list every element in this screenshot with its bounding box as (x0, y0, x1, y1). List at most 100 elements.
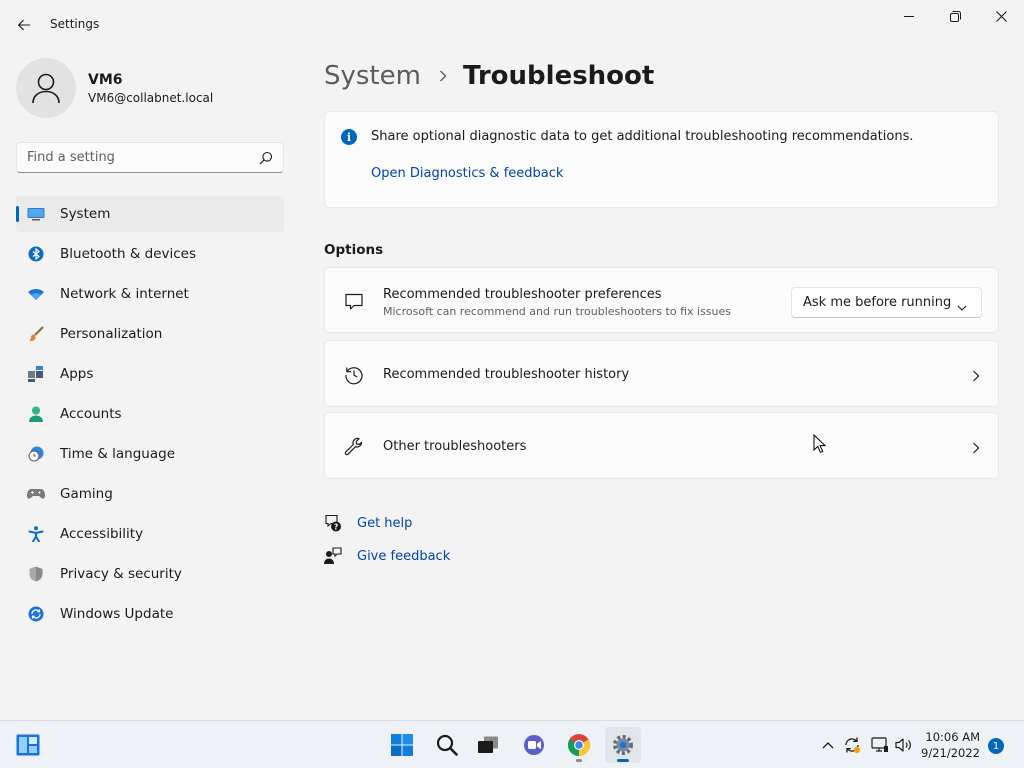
svg-text:?: ? (334, 522, 338, 531)
troubleshooter-preference-dropdown[interactable]: Ask me before running (791, 287, 982, 318)
start-icon (391, 734, 413, 756)
history-icon (343, 364, 365, 386)
search-input[interactable] (17, 143, 247, 172)
chevron-right-icon (439, 70, 447, 82)
title-bar: Settings (0, 0, 1024, 48)
sync-icon (845, 737, 861, 754)
app-title: Settings (50, 17, 100, 31)
row-subtitle: Microsoft can recommend and run troubles… (383, 305, 731, 318)
troubleshooter-preferences-row: Recommended troubleshooter preferences M… (324, 267, 999, 333)
chevron-right-icon (972, 367, 980, 386)
open-diagnostics-link[interactable]: Open Diagnostics & feedback (371, 166, 563, 181)
taskbar-search-button[interactable] (429, 727, 465, 763)
monitor-icon (27, 205, 45, 223)
sidebar-item-label: Windows Update (60, 606, 174, 622)
sidebar-item-label: Network & internet (60, 286, 189, 302)
chevron-right-icon (972, 439, 980, 458)
running-indicator (576, 759, 582, 762)
taskbar: 10:06 AM 9/21/2022 1 (0, 720, 1024, 768)
row-title: Recommended troubleshooter history (383, 367, 630, 382)
search-box (16, 142, 284, 173)
diagnostics-info-card: i Share optional diagnostic data to get … (324, 111, 999, 208)
other-troubleshooters-row[interactable]: Other troubleshooters (324, 412, 999, 479)
network-icon (871, 737, 888, 752)
chrome-icon (568, 734, 590, 756)
get-help-link[interactable]: Get help (357, 516, 412, 531)
mouse-cursor-icon (813, 433, 827, 458)
apps-icon (27, 365, 45, 383)
shield-icon (27, 565, 45, 583)
user-name: VM6 (88, 72, 123, 88)
clock-globe-icon (27, 445, 45, 463)
breadcrumb-parent[interactable]: System (324, 61, 421, 91)
wrench-icon (343, 436, 365, 458)
volume-tray-button[interactable] (894, 735, 914, 755)
sync-tray-button[interactable] (842, 735, 862, 755)
sidebar-item-bluetooth[interactable]: Bluetooth & devices (16, 236, 284, 272)
chrome-button[interactable] (561, 727, 597, 763)
chevron-up-icon (822, 742, 834, 749)
settings-icon (613, 735, 633, 755)
chat-button[interactable] (516, 727, 552, 763)
clock-date: 9/21/2022 (921, 746, 980, 760)
back-arrow-icon (17, 19, 30, 31)
clock-time: 10:06 AM (925, 730, 980, 744)
info-text: Share optional diagnostic data to get ad… (371, 129, 914, 144)
page-title: Troubleshoot (462, 61, 655, 91)
sidebar-item-label: System (60, 206, 111, 222)
sidebar-item-label: Accessibility (60, 526, 144, 542)
row-title: Other troubleshooters (383, 439, 527, 454)
chat-bubble-icon (343, 291, 365, 313)
update-icon (27, 605, 45, 623)
get-help-row[interactable]: ? Get help (324, 514, 412, 532)
sidebar-item-gaming[interactable]: Gaming (16, 476, 284, 512)
restore-icon (949, 10, 961, 22)
sidebar-item-privacy[interactable]: Privacy & security (16, 556, 284, 592)
close-button[interactable] (978, 4, 1024, 28)
wifi-icon (27, 285, 45, 303)
sidebar-item-label: Bluetooth & devices (60, 246, 197, 262)
troubleshooter-history-row[interactable]: Recommended troubleshooter history (324, 340, 999, 407)
chevron-down-icon (957, 297, 967, 316)
sidebar-item-network[interactable]: Network & internet (16, 276, 284, 312)
give-feedback-row[interactable]: Give feedback (324, 547, 450, 565)
sidebar-item-accessibility[interactable]: Accessibility (16, 516, 284, 552)
sidebar-item-time-language[interactable]: Time & language (16, 436, 284, 472)
volume-icon (895, 738, 911, 752)
minimize-icon (904, 16, 914, 17)
minimize-button[interactable] (886, 4, 932, 28)
sidebar-item-personalization[interactable]: Personalization (16, 316, 284, 352)
restore-button[interactable] (932, 4, 978, 28)
options-heading: Options (324, 242, 384, 258)
chat-icon (524, 735, 544, 755)
account-icon (27, 405, 45, 423)
dropdown-value: Ask me before running (803, 295, 952, 310)
sidebar-item-windows-update[interactable]: Windows Update (16, 596, 284, 632)
brush-icon (27, 325, 45, 343)
sidebar-item-apps[interactable]: Apps (16, 356, 284, 392)
back-button[interactable] (10, 11, 38, 39)
task-view-icon (478, 736, 498, 753)
task-view-button[interactable] (470, 727, 506, 763)
notification-badge[interactable]: 1 (988, 738, 1004, 754)
settings-taskbar-button[interactable] (605, 727, 641, 763)
sidebar-item-label: Time & language (60, 446, 176, 462)
avatar[interactable] (16, 58, 76, 118)
network-tray-button[interactable] (870, 735, 890, 755)
show-hidden-icons-button[interactable] (818, 735, 838, 755)
widgets-icon (16, 734, 40, 756)
sidebar-item-label: Privacy & security (60, 566, 182, 582)
user-email: VM6@collabnet.local (88, 91, 214, 105)
search-icon[interactable] (259, 150, 273, 169)
taskbar-clock[interactable]: 10:06 AM 9/21/2022 (921, 729, 980, 761)
start-button[interactable] (384, 727, 420, 763)
person-icon (32, 73, 60, 104)
sidebar-item-accounts[interactable]: Accounts (16, 396, 284, 432)
sidebar-item-system[interactable]: System (16, 196, 284, 232)
search-icon (436, 734, 458, 756)
widgets-button[interactable] (10, 727, 46, 763)
sidebar-item-label: Accounts (60, 406, 122, 422)
help-icon: ? (324, 514, 342, 532)
give-feedback-link[interactable]: Give feedback (357, 549, 450, 564)
close-icon (995, 10, 1007, 22)
